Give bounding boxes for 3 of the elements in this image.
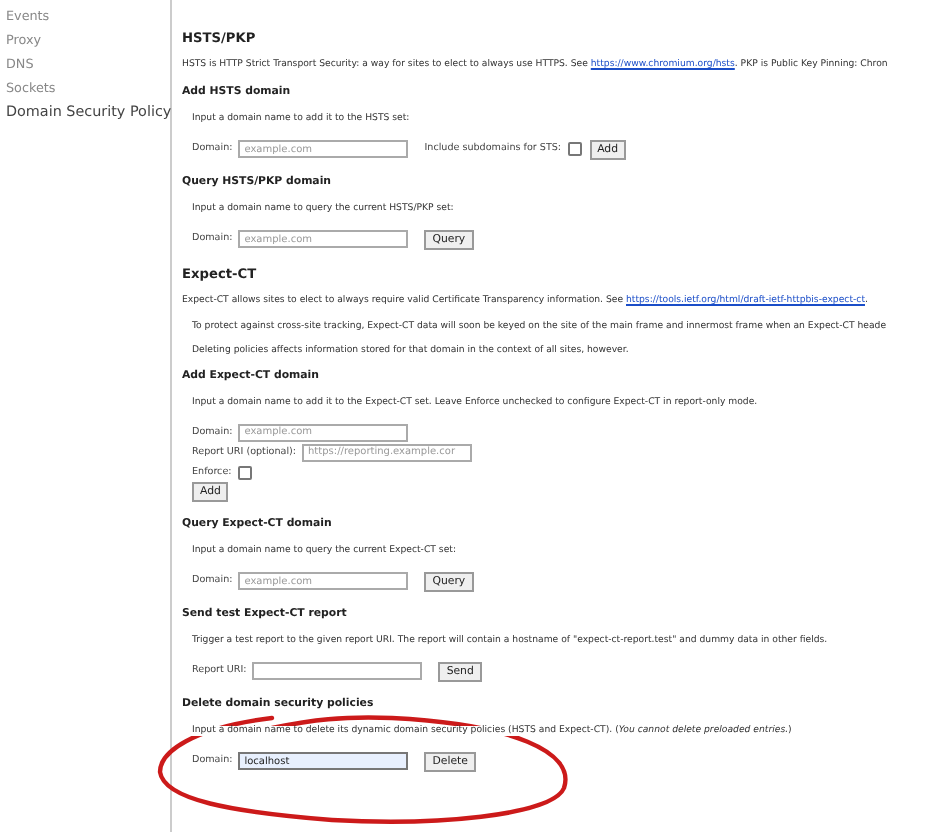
checkbox[interactable]: [567, 142, 582, 156]
checkbox[interactable]: [237, 465, 252, 479]
text-field[interactable]: [252, 662, 423, 680]
